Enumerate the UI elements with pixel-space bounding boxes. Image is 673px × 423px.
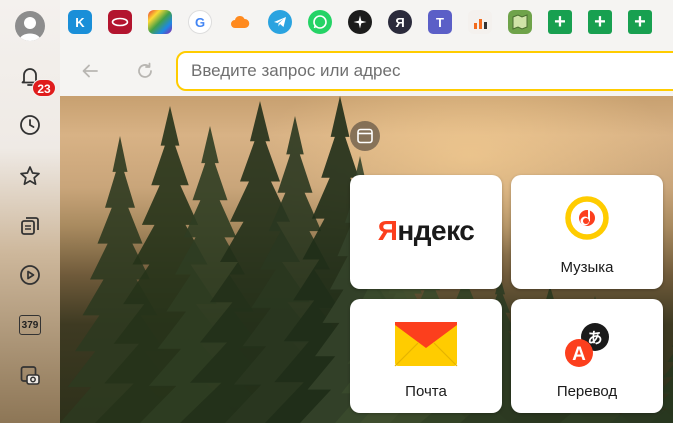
reload-button[interactable] bbox=[132, 58, 158, 84]
cloud-icon[interactable] bbox=[228, 10, 252, 34]
tile-mail[interactable]: Почта bbox=[350, 299, 502, 413]
tile-label: Почта bbox=[405, 383, 447, 400]
tile-label: Перевод bbox=[556, 383, 618, 400]
screenshot-button[interactable] bbox=[14, 359, 46, 391]
reload-icon bbox=[138, 62, 152, 78]
toolbar bbox=[60, 44, 673, 96]
sheets-plus-icon[interactable]: + bbox=[588, 10, 612, 34]
user-avatar-icon[interactable] bbox=[15, 11, 45, 41]
video-button[interactable] bbox=[14, 259, 46, 291]
tabs-counter: 379 bbox=[19, 315, 41, 335]
mosaic-icon[interactable] bbox=[148, 10, 172, 34]
chart-icon[interactable] bbox=[468, 10, 492, 34]
back-button[interactable] bbox=[77, 58, 103, 84]
address-input[interactable] bbox=[191, 61, 673, 81]
teams-icon[interactable]: T bbox=[428, 10, 452, 34]
tile-yandex[interactable]: Яндекс bbox=[350, 175, 502, 289]
sheets-plus-icon[interactable]: + bbox=[628, 10, 652, 34]
notifications-badge: 23 bbox=[32, 79, 56, 97]
tabs-counter-button[interactable]: 379 bbox=[14, 309, 46, 341]
sidebar: 23 379 bbox=[0, 0, 60, 423]
whatsapp-icon[interactable] bbox=[308, 10, 332, 34]
compass-star-icon[interactable] bbox=[348, 10, 372, 34]
star-icon bbox=[20, 166, 40, 186]
google-icon[interactable]: G bbox=[188, 10, 212, 34]
map-icon[interactable] bbox=[508, 10, 532, 34]
telegram-icon[interactable] bbox=[268, 10, 292, 34]
tile-label: Музыка bbox=[560, 259, 614, 276]
svg-text:A: A bbox=[572, 344, 586, 365]
address-bar[interactable] bbox=[176, 51, 673, 91]
history-button[interactable] bbox=[14, 109, 46, 141]
yandex-icon[interactable]: Я bbox=[388, 10, 412, 34]
kinopoisk-icon[interactable]: K bbox=[68, 10, 92, 34]
background-gallery-button[interactable] bbox=[350, 121, 380, 151]
camera-icon bbox=[20, 366, 40, 385]
sheets-plus-icon[interactable]: + bbox=[548, 10, 572, 34]
yandex-music-icon bbox=[565, 196, 609, 240]
bookmarks-button[interactable] bbox=[14, 160, 46, 192]
yandex-mail-icon bbox=[394, 322, 458, 367]
clock-icon bbox=[20, 115, 40, 135]
red-oval-icon[interactable] bbox=[108, 10, 132, 34]
play-icon bbox=[20, 265, 40, 285]
tile-music[interactable]: Музыка bbox=[511, 175, 663, 289]
collections-button[interactable] bbox=[14, 210, 46, 242]
arrow-left-icon bbox=[82, 64, 98, 78]
yandex-translate-icon: あ A bbox=[565, 323, 609, 367]
collections-icon bbox=[21, 217, 39, 235]
tile-translate[interactable]: あ A Перевод bbox=[511, 299, 663, 413]
yandex-logo: Яндекс bbox=[377, 215, 475, 246]
bookmarks-bar: K G Я T + + + bbox=[60, 0, 673, 44]
window-icon bbox=[357, 128, 373, 144]
